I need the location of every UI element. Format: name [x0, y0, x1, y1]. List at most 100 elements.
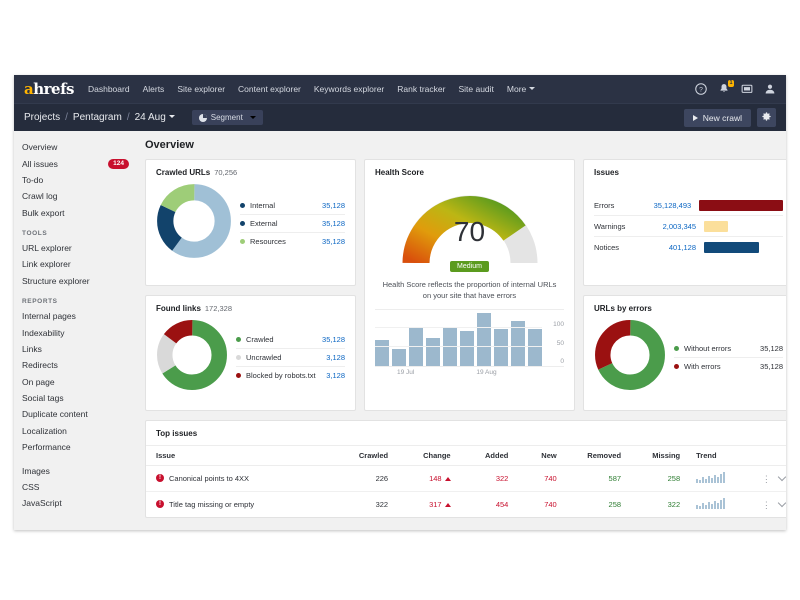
sidebar-item-images[interactable]: Images — [22, 462, 139, 478]
sidebar-item-on-page[interactable]: On page — [22, 374, 139, 390]
legend-color-dot-internal — [240, 202, 245, 208]
sidebar-item-structure-explorer[interactable]: Structure explorer — [22, 273, 139, 289]
legend-label: Blocked by robots.txt — [246, 371, 316, 381]
history-bar[interactable] — [392, 349, 406, 366]
legend-item-external[interactable]: External 35,128 — [240, 215, 345, 234]
nav-item-more[interactable]: More — [506, 84, 536, 94]
breadcrumb-item-pentagram[interactable]: Pentagram — [73, 112, 122, 123]
sidebar-item-overview[interactable]: Overview — [22, 139, 139, 155]
sidebar-item-to-do[interactable]: To-do — [22, 172, 139, 188]
legend-item-uncrawled[interactable]: Uncrawled 3,128 — [236, 349, 345, 368]
history-bar[interactable] — [426, 338, 440, 366]
segment-button-label: Segment — [210, 113, 243, 122]
settings-button[interactable] — [757, 108, 776, 127]
sidebar-item-label: Duplicate content — [22, 409, 88, 420]
history-bar[interactable] — [477, 313, 491, 366]
legend-value: 35,128 — [322, 237, 345, 247]
sidebar-item-link-explorer[interactable]: Link explorer — [22, 256, 139, 272]
column-header-missing[interactable]: Missing — [627, 445, 687, 466]
sidebar-item-redirects[interactable]: Redirects — [22, 357, 139, 373]
issue-row-warnings[interactable]: Warnings 2,003,345 — [594, 216, 783, 237]
breadcrumb-item-date[interactable]: 24 Aug — [135, 112, 175, 123]
help-icon[interactable]: ? — [695, 83, 707, 95]
row-menu-icon[interactable]: ⋮ — [762, 474, 771, 484]
history-bar[interactable] — [409, 328, 423, 366]
card-top-issues: Top issues Issue Crawled Change Added Ne… — [145, 420, 786, 518]
expand-row-chevron-icon[interactable] — [777, 498, 786, 507]
column-header-trend[interactable]: Trend — [686, 445, 750, 466]
legend-item-with-errors[interactable]: With errors 35,128 — [674, 358, 783, 375]
history-bar[interactable] — [375, 340, 389, 366]
error-severity-icon — [156, 500, 164, 509]
issue-row-errors[interactable]: Errors 35,128,493 — [594, 195, 783, 216]
nav-item-more-label: More — [506, 84, 527, 94]
legend-value: 35,128 — [322, 219, 345, 228]
sidebar-item-social-tags[interactable]: Social tags — [22, 390, 139, 406]
legend-label: Crawled — [246, 334, 274, 344]
table-row[interactable]: Canonical points to 4XX 226 148 322 740 … — [146, 465, 786, 492]
sidebar-item-all-issues[interactable]: All issues 124 — [22, 155, 139, 171]
sidebar-item-url-explorer[interactable]: URL explorer — [22, 240, 139, 256]
notifications-bell-icon[interactable]: 1 — [718, 80, 734, 95]
nav-item-site-explorer[interactable]: Site explorer — [177, 84, 225, 94]
sidebar-item-label: Internal pages — [22, 311, 76, 322]
column-header-new[interactable]: New — [514, 445, 563, 466]
cell-removed: 258 — [608, 500, 622, 509]
sidebar-item-css[interactable]: CSS — [22, 479, 139, 495]
row-menu-icon[interactable]: ⋮ — [762, 500, 771, 510]
sidebar-item-links[interactable]: Links — [22, 341, 139, 357]
column-header-issue[interactable]: Issue — [146, 445, 332, 466]
sidebar-item-bulk-export[interactable]: Bulk export — [22, 205, 139, 221]
history-bar[interactable] — [528, 329, 542, 366]
nav-item-alerts[interactable]: Alerts — [143, 84, 165, 94]
nav-item-rank-tracker[interactable]: Rank tracker — [397, 84, 445, 94]
sidebar-item-javascript[interactable]: JavaScript — [22, 495, 139, 511]
top-navigation-bar: ahrefs Dashboard Alerts Site explorer Co… — [14, 75, 786, 103]
breadcrumb-item-projects[interactable]: Projects — [24, 112, 60, 123]
table-row[interactable]: Title tag missing or empty 322 317 454 7… — [146, 492, 786, 518]
logo-rest: hrefs — [33, 80, 74, 98]
legend-item-resources[interactable]: Resources 35,128 — [240, 233, 345, 250]
card-title-urls-by-errors: URLs by errors — [594, 304, 652, 313]
cell-new: 740 — [514, 465, 563, 492]
sidebar-item-duplicate-content[interactable]: Duplicate content — [22, 406, 139, 422]
urls-by-errors-donut-chart — [594, 319, 666, 396]
nav-item-site-audit[interactable]: Site audit — [458, 84, 493, 94]
user-account-icon[interactable] — [764, 83, 776, 95]
breadcrumb-actions: New crawl — [683, 108, 776, 127]
trend-up-icon — [444, 503, 451, 507]
new-crawl-button[interactable]: New crawl — [683, 108, 751, 127]
sidebar-item-localization[interactable]: Localization — [22, 423, 139, 439]
sidebar-item-indexability[interactable]: Indexability — [22, 324, 139, 340]
nav-item-content-explorer[interactable]: Content explorer — [238, 84, 301, 94]
ahrefs-logo[interactable]: ahrefs — [24, 80, 74, 98]
cell-actions: ⋮ — [749, 465, 786, 492]
history-bar[interactable] — [460, 331, 474, 366]
sidebar-item-label: URL explorer — [22, 243, 72, 254]
svg-text:?: ? — [699, 87, 703, 94]
column-header-removed[interactable]: Removed — [562, 445, 628, 466]
column-header-crawled[interactable]: Crawled — [331, 445, 395, 466]
card-title-text: Crawled URLs — [156, 168, 211, 177]
nav-item-dashboard[interactable]: Dashboard — [88, 84, 130, 94]
messages-icon[interactable] — [741, 83, 753, 95]
logo-first-letter: a — [24, 80, 34, 98]
sidebar-item-crawl-log[interactable]: Crawl log — [22, 188, 139, 204]
column-header-added[interactable]: Added — [456, 445, 515, 466]
new-crawl-label: New crawl — [702, 112, 742, 123]
segment-button[interactable]: Segment — [191, 110, 263, 125]
legend-color-dot-blocked — [236, 373, 241, 379]
issue-label: Warnings — [594, 221, 626, 231]
history-bar[interactable] — [494, 329, 508, 366]
legend-item-blocked-by-robots[interactable]: Blocked by robots.txt 3,128 — [236, 367, 345, 384]
legend-item-internal[interactable]: Internal 35,128 — [240, 196, 345, 215]
column-header-change[interactable]: Change — [394, 445, 457, 466]
nav-item-keywords-explorer[interactable]: Keywords explorer — [314, 84, 384, 94]
issue-row-notices[interactable]: Notices 401,128 — [594, 237, 783, 257]
sidebar-item-label: Images — [22, 465, 50, 476]
legend-item-without-errors[interactable]: Without errors 35,128 — [674, 340, 783, 358]
sidebar-item-performance[interactable]: Performance — [22, 439, 139, 455]
expand-row-chevron-icon[interactable] — [777, 472, 786, 481]
legend-item-crawled[interactable]: Crawled 35,128 — [236, 330, 345, 349]
sidebar-item-internal-pages[interactable]: Internal pages — [22, 308, 139, 324]
